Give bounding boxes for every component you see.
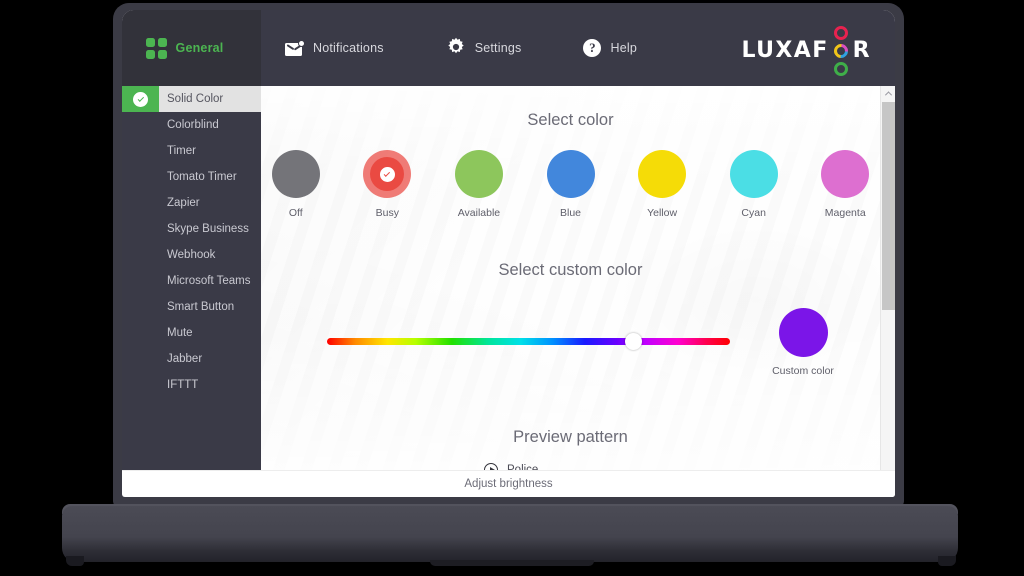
color-swatch-label: Magenta [825, 207, 866, 219]
sidebar-item-ifttt[interactable]: IFTTT [122, 372, 261, 398]
custom-color-swatch[interactable] [779, 308, 828, 357]
laptop-foot-left [66, 556, 84, 566]
hue-slider[interactable] [327, 338, 730, 345]
color-swatch-available[interactable]: Available [444, 150, 514, 219]
sidebar-item-label: Skype Business [167, 223, 249, 235]
logo-rings-icon [830, 40, 852, 62]
tab-settings[interactable]: Settings [446, 10, 522, 86]
hue-slider-thumb[interactable] [625, 333, 642, 350]
color-swatch-selected-ring [370, 157, 404, 191]
color-swatch-blue[interactable]: Blue [536, 150, 606, 219]
sidebar-item-label: Webhook [167, 249, 215, 261]
sidebar-item-mute[interactable]: Mute [122, 320, 261, 346]
tab-settings-label: Settings [475, 41, 522, 55]
sidebar-item-solid-color[interactable]: Solid Color [122, 86, 261, 112]
sidebar-item-label: Colorblind [167, 119, 219, 131]
preview-pattern-title: Preview pattern [261, 428, 880, 447]
color-swatch-dot [272, 150, 320, 198]
sidebar: Solid Color Colorblind Timer Tomato Timer Za… [122, 86, 261, 497]
color-swatch-yellow[interactable]: Yellow [627, 150, 697, 219]
custom-color-group: Custom color [755, 308, 851, 377]
sidebar-item-label: Jabber [167, 353, 202, 365]
footer-bar: Adjust brightness [122, 470, 895, 497]
color-swatch-busy[interactable]: Busy [353, 150, 423, 219]
sidebar-item-label: Zapier [167, 197, 200, 209]
tab-general[interactable]: General [122, 10, 261, 86]
sidebar-item-label: Tomato Timer [167, 171, 237, 183]
color-swatch-off[interactable]: Off [261, 150, 331, 219]
tab-general-label: General [176, 41, 224, 55]
vertical-scrollbar[interactable] [880, 86, 895, 497]
sidebar-item-timer[interactable]: Timer [122, 138, 261, 164]
check-icon [380, 167, 395, 182]
color-swatch-dot [730, 150, 778, 198]
sidebar-item-smart-button[interactable]: Smart Button [122, 294, 261, 320]
custom-color-label: Custom color [772, 365, 834, 377]
adjust-brightness-label[interactable]: Adjust brightness [464, 478, 552, 490]
laptop-base [62, 506, 958, 562]
color-swatch-dot [455, 150, 503, 198]
app-body: Solid Color Colorblind Timer Tomato Timer Za… [122, 86, 895, 497]
color-swatch-label: Available [458, 207, 500, 219]
content-scroll-area: Select color Off Busy Available Blue Yellow C… [261, 86, 880, 497]
tab-help[interactable]: ? Help [583, 10, 637, 86]
sidebar-item-zapier[interactable]: Zapier [122, 190, 261, 216]
screenshot-stage: General Notifications Sett [0, 0, 1024, 576]
color-swatch-label: Off [289, 207, 303, 219]
sidebar-item-label: Smart Button [167, 301, 234, 313]
custom-color-row: Custom color [261, 308, 880, 382]
logo-text-before: LUXAF [742, 38, 829, 63]
color-swatch-dot [821, 150, 869, 198]
grid-4-icon [146, 38, 167, 59]
sidebar-item-label: Mute [167, 327, 193, 339]
color-swatch-label: Busy [376, 207, 399, 219]
app-topbar: General Notifications Sett [122, 10, 895, 86]
sidebar-item-microsoft-teams[interactable]: Microsoft Teams [122, 268, 261, 294]
sidebar-item-jabber[interactable]: Jabber [122, 346, 261, 372]
color-swatch-label: Blue [560, 207, 581, 219]
color-swatch-cyan[interactable]: Cyan [719, 150, 789, 219]
sidebar-item-label: Microsoft Teams [167, 275, 251, 287]
laptop-foot-right [938, 556, 956, 566]
laptop-screen: General Notifications Sett [122, 10, 895, 497]
color-swatch-label: Yellow [647, 207, 677, 219]
logo-text-after: R [853, 38, 871, 63]
color-swatch-dot [638, 150, 686, 198]
sidebar-item-skype-business[interactable]: Skype Business [122, 216, 261, 242]
luxafor-logo: LUXAF R [742, 38, 871, 63]
select-color-title: Select color [261, 111, 880, 130]
tab-notifications[interactable]: Notifications [285, 10, 384, 86]
sidebar-item-colorblind[interactable]: Colorblind [122, 112, 261, 138]
color-swatch-row: Off Busy Available Blue Yellow Cyan Magenta [261, 150, 880, 219]
sidebar-item-label: IFTTT [167, 379, 198, 391]
sidebar-item-label: Timer [167, 145, 196, 157]
select-custom-color-title: Select custom color [261, 261, 880, 280]
color-swatch-dot [363, 150, 411, 198]
color-swatch-magenta[interactable]: Magenta [810, 150, 880, 219]
sidebar-item-webhook[interactable]: Webhook [122, 242, 261, 268]
content-panel: Select color Off Busy Available Blue Yellow C… [261, 86, 895, 497]
laptop-hinge [430, 560, 594, 566]
question-mark-icon: ? [583, 39, 601, 57]
sidebar-item-tomato-timer[interactable]: Tomato Timer [122, 164, 261, 190]
tab-help-label: Help [610, 41, 637, 55]
check-icon [122, 86, 159, 112]
color-swatch-label: Cyan [741, 207, 766, 219]
sidebar-item-label: Solid Color [167, 93, 223, 105]
tab-notifications-label: Notifications [313, 41, 384, 55]
envelope-badge-icon [285, 41, 304, 56]
color-swatch-dot [547, 150, 595, 198]
gear-icon [446, 37, 466, 60]
scrollbar-thumb[interactable] [882, 102, 895, 310]
chevron-up-icon[interactable] [881, 86, 895, 101]
